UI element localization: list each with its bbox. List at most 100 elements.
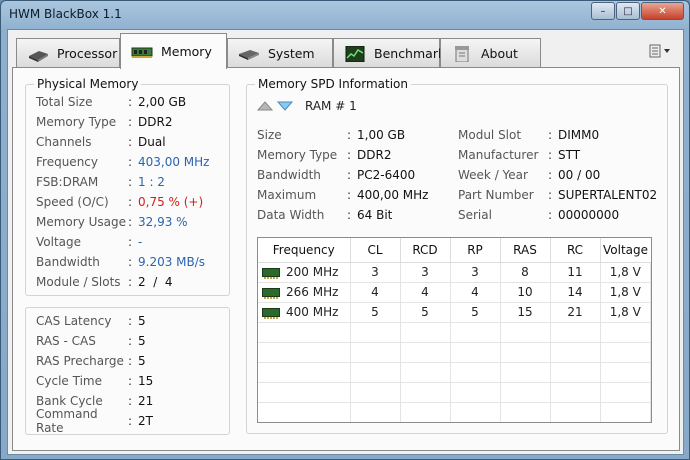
spd-maximum: Maximum:400,00 MHz xyxy=(257,188,429,202)
label: Part Number xyxy=(458,188,534,202)
physical-memory-group: Physical Memory Total Size:2,00 GB Memor… xyxy=(25,77,230,296)
column-header[interactable]: Voltage xyxy=(600,238,651,263)
label: Bandwidth xyxy=(36,255,100,269)
table-row xyxy=(258,382,651,403)
spd-modul-slot: Modul Slot: DIMM0 xyxy=(458,128,600,142)
cell: 5 xyxy=(450,302,501,323)
tab-label: System xyxy=(268,46,315,61)
ram-module-icon xyxy=(262,308,280,319)
value: DIMM0 xyxy=(558,128,600,142)
about-icon xyxy=(451,45,473,62)
tab-label: Memory xyxy=(161,44,212,59)
tab-about[interactable]: About xyxy=(440,38,541,68)
row-cycle-time: Cycle Time:15 xyxy=(36,374,154,388)
title-bar[interactable]: HWM BlackBox 1.1 – □ ✕ xyxy=(1,1,689,29)
timings-table[interactable]: Frequency CL RCD RP RAS RC Voltage 200 M… xyxy=(257,237,652,423)
spd-size: Size:1,00 GB xyxy=(257,128,406,142)
options-menu-icon[interactable] xyxy=(649,44,671,61)
value: 5 xyxy=(138,334,146,348)
spd-manufacturer: Manufacturer: STT xyxy=(458,148,581,162)
cell: 4 xyxy=(400,282,451,303)
value: 403,00 MHz xyxy=(138,155,210,169)
table-row[interactable]: 400 MHz 5 5 5 15 21 1,8 V xyxy=(258,302,651,323)
column-header[interactable]: Frequency xyxy=(258,238,351,263)
table-row xyxy=(258,322,651,343)
cell: 1,8 V xyxy=(600,282,651,303)
row-fsb-dram: FSB:DRAM:1 : 2 xyxy=(36,175,165,189)
column-header[interactable]: CL xyxy=(350,238,401,263)
row-module-slots: Module / Slots:2 / 4 xyxy=(36,275,173,289)
label: Frequency xyxy=(36,155,98,169)
column-header[interactable]: RCD xyxy=(400,238,451,263)
label: Maximum xyxy=(257,188,317,202)
table-row xyxy=(258,342,651,363)
table-row[interactable]: 266 MHz 4 4 4 10 14 1,8 V xyxy=(258,282,651,303)
close-button[interactable]: ✕ xyxy=(641,2,684,20)
tab-label: Processor xyxy=(57,46,118,61)
value: 2 / 4 xyxy=(138,275,173,289)
table-row xyxy=(258,402,651,422)
value: 1 : 2 xyxy=(138,175,165,189)
cell: 200 MHz xyxy=(258,262,351,283)
label: Serial xyxy=(458,208,492,222)
timings-group: CAS Latency:5 RAS - CAS:5 RAS Precharge:… xyxy=(25,307,230,435)
benchmark-icon xyxy=(344,45,366,62)
tab-processor[interactable]: Processor xyxy=(16,38,120,68)
spd-data-width: Data Width:64 Bit xyxy=(257,208,393,222)
spd-week-year: Week / Year:00 / 00 xyxy=(458,168,601,182)
previous-ram-icon[interactable] xyxy=(257,101,273,111)
cell: 5 xyxy=(350,302,401,323)
maximize-button[interactable]: □ xyxy=(616,2,640,20)
label: RAS - CAS xyxy=(36,334,96,348)
label: Data Width xyxy=(257,208,325,222)
row-ras-cas: RAS - CAS:5 xyxy=(36,334,146,348)
value: DDR2 xyxy=(357,148,392,162)
table-row[interactable]: 200 MHz 3 3 3 8 11 1,8 V xyxy=(258,262,651,283)
window-title: HWM BlackBox 1.1 xyxy=(9,7,122,21)
column-header[interactable]: RAS xyxy=(500,238,551,263)
row-bandwidth: Bandwidth:9.203 MB/s xyxy=(36,255,206,269)
value: 0,75 % (+) xyxy=(138,195,204,209)
label: Bank Cycle xyxy=(36,394,103,408)
value: DDR2 xyxy=(138,115,173,129)
value: 400,00 MHz xyxy=(357,188,429,202)
tab-system[interactable]: System xyxy=(227,38,333,68)
label: Cycle Time xyxy=(36,374,102,388)
tab-label: About xyxy=(481,46,518,61)
row-memory-type: Memory Type: DDR2 xyxy=(36,115,173,129)
memory-panel: Physical Memory Total Size:2,00 GB Memor… xyxy=(12,67,680,451)
cell: 1,8 V xyxy=(600,302,651,323)
value: 5 xyxy=(138,354,146,368)
label: Size xyxy=(257,128,282,142)
value: 15 xyxy=(138,374,154,388)
label: Command Rate xyxy=(36,407,98,435)
table-row xyxy=(258,362,651,383)
spd-group: Memory SPD Information RAM # 1 Size:1,00… xyxy=(246,77,668,434)
row-speed: Speed (O/C):0,75 % (+) xyxy=(36,195,204,209)
value: - xyxy=(138,235,143,249)
value: 5 xyxy=(138,314,146,328)
minimize-button[interactable]: – xyxy=(591,2,615,20)
tab-memory[interactable]: Memory xyxy=(120,33,227,69)
cell: 3 xyxy=(400,262,451,283)
ram-icon xyxy=(131,44,153,60)
system-icon xyxy=(238,46,260,62)
tab-benchmark[interactable]: Benchmark xyxy=(333,38,445,68)
cell: 4 xyxy=(350,282,401,303)
label: Voltage xyxy=(36,235,82,249)
value: STT xyxy=(558,148,581,162)
label: Manufacturer xyxy=(458,148,539,162)
label: FSB:DRAM xyxy=(36,175,99,189)
label: Memory Usage xyxy=(36,215,127,229)
cell: 266 MHz xyxy=(258,282,351,303)
ram-module-icon xyxy=(262,268,280,279)
spd-part-number: Part Number: SUPERTALENT02 xyxy=(458,188,658,202)
next-ram-icon[interactable] xyxy=(277,101,293,111)
column-header[interactable]: RP xyxy=(450,238,501,263)
cell: 1,8 V xyxy=(600,262,651,283)
cell: 8 xyxy=(500,262,551,283)
label: Memory Type xyxy=(257,148,338,162)
group-title: Memory SPD Information xyxy=(255,77,411,91)
value: 1,00 GB xyxy=(357,128,406,142)
column-header[interactable]: RC xyxy=(550,238,601,263)
